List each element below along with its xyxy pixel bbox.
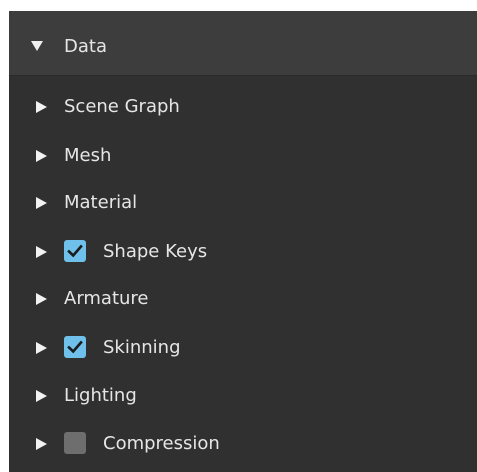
data-panel-header[interactable]: Data — [9, 11, 477, 76]
subpanel-label: Scene Graph — [64, 96, 180, 117]
compression-checkbox[interactable] — [64, 432, 86, 454]
triangle-right-icon[interactable] — [36, 197, 47, 209]
subpanel-scene-graph[interactable]: Scene Graph — [9, 87, 477, 127]
subpanel-label: Mesh — [64, 145, 112, 166]
triangle-right-icon[interactable] — [36, 246, 47, 258]
checkmark-icon — [67, 340, 83, 354]
subpanel-armature[interactable]: Armature — [9, 279, 477, 319]
triangle-right-icon[interactable] — [36, 438, 47, 450]
triangle-down-icon[interactable] — [31, 41, 43, 51]
subpanel-lighting[interactable]: Lighting — [9, 376, 477, 416]
triangle-right-icon[interactable] — [36, 101, 47, 113]
shape-keys-checkbox[interactable] — [64, 240, 86, 262]
subpanel-material[interactable]: Material — [9, 183, 477, 223]
subpanel-skinning[interactable]: Skinning — [9, 328, 477, 368]
skinning-checkbox[interactable] — [64, 336, 86, 358]
data-panel-title: Data — [64, 36, 107, 57]
subpanel-mesh[interactable]: Mesh — [9, 136, 477, 176]
subpanel-label: Armature — [64, 288, 149, 309]
subpanel-label: Compression — [103, 433, 220, 454]
subpanel-label: Skinning — [103, 337, 181, 358]
triangle-right-icon[interactable] — [36, 342, 47, 354]
checkmark-icon — [67, 244, 83, 258]
subpanel-label: Material — [64, 192, 138, 213]
triangle-right-icon[interactable] — [36, 150, 47, 162]
subpanel-label: Lighting — [64, 385, 137, 406]
triangle-right-icon[interactable] — [36, 390, 47, 402]
subpanel-compression[interactable]: Compression — [9, 424, 477, 464]
triangle-right-icon[interactable] — [36, 293, 47, 305]
subpanel-shape-keys[interactable]: Shape Keys — [9, 232, 477, 272]
data-panel: Data Scene Graph Mesh Material Shape Key… — [9, 11, 477, 472]
subpanel-label: Shape Keys — [103, 241, 208, 262]
